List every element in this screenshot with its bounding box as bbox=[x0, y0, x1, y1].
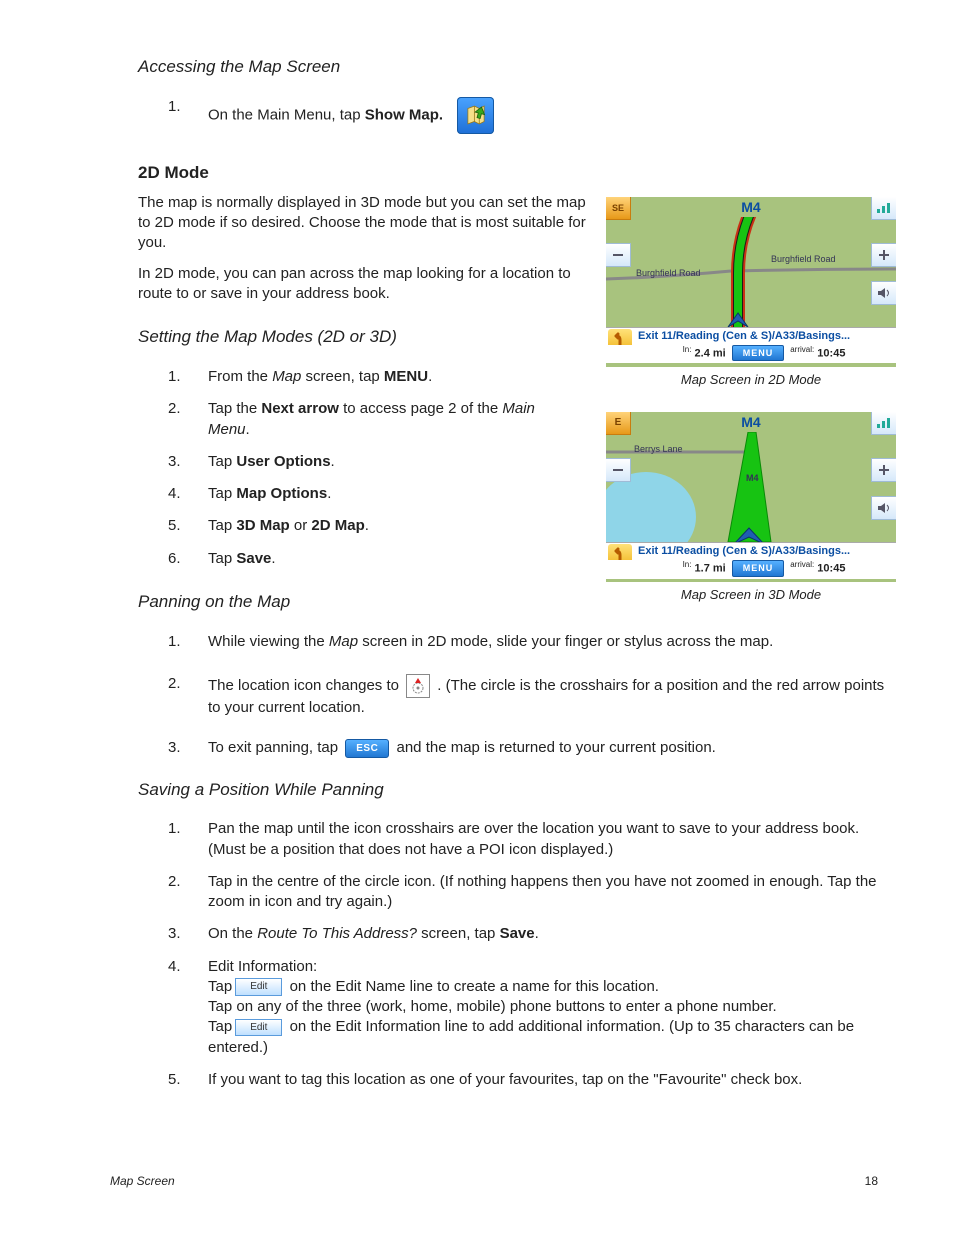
map-3d-caption: Map Screen in 3D Mode bbox=[606, 586, 896, 604]
edit-info-title: Edit Information: bbox=[208, 957, 896, 977]
road-label-burghfield-1: Burghfield Road bbox=[636, 267, 701, 279]
turn-icon bbox=[608, 329, 632, 345]
map-2d-body: Burghfield Road Burghfield Road bbox=[606, 217, 896, 327]
text: Tap bbox=[208, 453, 236, 470]
text: On the bbox=[208, 925, 257, 942]
map-figures-container: SE M4 Burghfield R bbox=[606, 197, 896, 604]
map-2d-bottom: Exit 11/Reading (Cen & S)/A33/Basings...… bbox=[606, 327, 896, 363]
text: Tap bbox=[208, 978, 232, 995]
text: Tap bbox=[208, 1018, 232, 1035]
setting-step-4: Tap Map Options. bbox=[138, 484, 896, 504]
page-footer: Map Screen 18 bbox=[58, 1173, 896, 1189]
saving-step-3: On the Route To This Address? screen, ta… bbox=[138, 924, 896, 944]
panning-step-1: While viewing the Map screen in 2D mode,… bbox=[138, 632, 896, 652]
mode2d-para-1: The map is normally displayed in 3D mode… bbox=[138, 193, 598, 254]
text: To exit panning, tap bbox=[208, 739, 342, 756]
text: on the Edit Name line to create a name f… bbox=[285, 978, 659, 995]
text: . bbox=[331, 453, 335, 470]
text: On the Main Menu, tap bbox=[208, 106, 365, 123]
dist-2d: 2.4 mi bbox=[695, 347, 726, 359]
section-saving-title: Saving a Position While Panning bbox=[138, 779, 896, 802]
edit-info-line-b: Tap on any of the three (work, home, mob… bbox=[208, 997, 896, 1017]
text: . bbox=[271, 550, 275, 567]
road-label-m4: M4 bbox=[746, 472, 759, 484]
text: . bbox=[327, 485, 331, 502]
panning-steps-list: While viewing the Map screen in 2D mode,… bbox=[138, 632, 896, 759]
setting-step-1: From the Map screen, tap MENU. bbox=[138, 367, 896, 387]
show-map-icon bbox=[457, 97, 494, 134]
text: screen, tap bbox=[417, 925, 500, 942]
mode2d-para-2: In 2D mode, you can pan across the map l… bbox=[138, 264, 598, 305]
setting-step-5: Tap 3D Map or 2D Map. bbox=[138, 516, 896, 536]
text: Tap bbox=[208, 517, 236, 534]
saving-step-2: Tap in the centre of the circle icon. (I… bbox=[138, 872, 896, 913]
text: Map bbox=[329, 633, 358, 650]
text: 3D Map bbox=[236, 517, 289, 534]
map-2d-stats: In: 2.4 mi MENU arrival: 10:45 bbox=[606, 345, 896, 364]
text: Tap the bbox=[208, 400, 261, 417]
zoom-out-button[interactable] bbox=[606, 243, 631, 267]
map-2d-top: SE M4 bbox=[606, 197, 896, 217]
zoom-in-button[interactable] bbox=[871, 243, 896, 267]
text: to access page 2 of the bbox=[339, 400, 502, 417]
volume-button[interactable] bbox=[871, 281, 896, 305]
edit-button[interactable]: Edit bbox=[235, 978, 282, 996]
edit-info-line-a: TapEdit on the Edit Name line to create … bbox=[208, 977, 896, 997]
footer-page: 18 bbox=[865, 1173, 878, 1189]
text: From the bbox=[208, 368, 272, 385]
dest-text: Exit 11/Reading (Cen & S)/A33/Basings... bbox=[638, 330, 850, 342]
text: and the map is returned to your current … bbox=[397, 739, 716, 756]
saving-step-1: Pan the map until the icon crosshairs ar… bbox=[138, 819, 896, 860]
text: The location icon changes to bbox=[208, 677, 403, 694]
panning-step-2: The location icon changes to . (The circ… bbox=[138, 674, 896, 718]
map-2d-destination: Exit 11/Reading (Cen & S)/A33/Basings... bbox=[606, 328, 896, 345]
text: screen in 2D mode, slide your finger or … bbox=[358, 633, 773, 650]
text: Route To This Address? bbox=[257, 925, 417, 942]
road-main-label-3d: M4 bbox=[741, 414, 760, 430]
text: . bbox=[365, 517, 369, 534]
text: Map bbox=[272, 368, 301, 385]
road-main-label: M4 bbox=[741, 199, 760, 215]
arrival-2d: 10:45 bbox=[817, 347, 845, 359]
text: . bbox=[246, 421, 250, 438]
map-2d-card: SE M4 Burghfield R bbox=[606, 197, 896, 367]
road-label-burghfield-2: Burghfield Road bbox=[771, 253, 836, 265]
text: MENU bbox=[384, 368, 428, 385]
section-2d-mode-title: 2D Mode bbox=[138, 162, 896, 185]
text: Tap bbox=[208, 550, 236, 567]
text: . bbox=[535, 925, 539, 942]
text: screen, tap bbox=[301, 368, 384, 385]
text: Tap bbox=[208, 485, 236, 502]
accessing-step-1: On the Main Menu, tap Show Map. bbox=[138, 97, 896, 134]
edit-button-2[interactable]: Edit bbox=[235, 1019, 282, 1037]
text: While viewing the bbox=[208, 633, 329, 650]
esc-button[interactable]: ESC bbox=[345, 739, 389, 759]
text: User Options bbox=[236, 453, 330, 470]
section-accessing-title: Accessing the Map Screen bbox=[138, 56, 896, 79]
menu-button[interactable]: MENU bbox=[732, 345, 785, 361]
setting-step-2: Tap the Next arrow to access page 2 of t… bbox=[138, 399, 578, 440]
saving-step-5: If you want to tag this location as one … bbox=[138, 1070, 896, 1090]
crosshair-icon bbox=[406, 674, 430, 698]
saving-step-4: Edit Information: TapEdit on the Edit Na… bbox=[138, 957, 896, 1058]
edit-info-line-c: TapEdit on the Edit Information line to … bbox=[208, 1017, 896, 1058]
in-label: In: bbox=[683, 345, 692, 354]
text: on the Edit Information line to add addi… bbox=[208, 1018, 854, 1055]
arrival-label: arrival: bbox=[790, 345, 814, 354]
panning-step-3: To exit panning, tap ESC and the map is … bbox=[138, 738, 896, 758]
text: Next arrow bbox=[261, 400, 339, 417]
text: . bbox=[428, 368, 432, 385]
text: Map Options bbox=[236, 485, 327, 502]
accessing-steps-list: On the Main Menu, tap Show Map. bbox=[138, 97, 896, 134]
footer-title: Map Screen bbox=[110, 1173, 175, 1189]
show-map-bold: Show Map. bbox=[365, 106, 443, 123]
text: or bbox=[290, 517, 312, 534]
text: Save bbox=[236, 550, 271, 567]
setting-step-6: Tap Save. bbox=[138, 549, 896, 569]
setting-step-3: Tap User Options. bbox=[138, 452, 896, 472]
saving-steps-list: Pan the map until the icon crosshairs ar… bbox=[138, 819, 896, 1090]
map-3d-top: E M4 bbox=[606, 412, 896, 432]
text: Save bbox=[500, 925, 535, 942]
text: 2D Map bbox=[311, 517, 364, 534]
